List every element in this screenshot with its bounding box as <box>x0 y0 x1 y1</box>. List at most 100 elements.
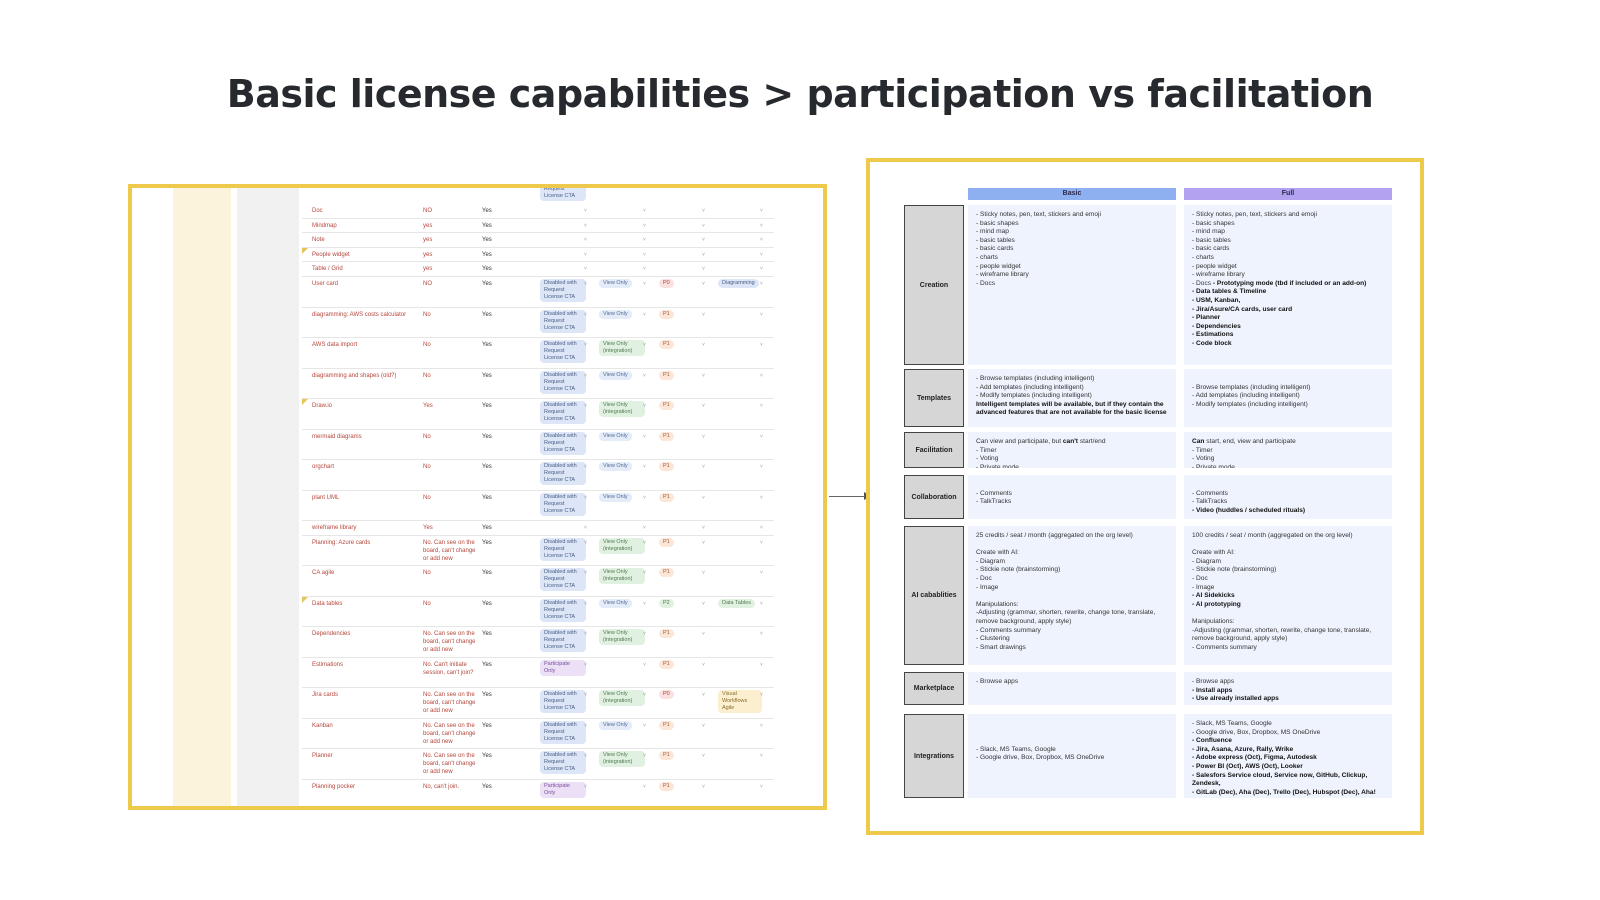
view-mode-tag[interactable]: View Only (integration) <box>599 629 645 646</box>
status-tag[interactable]: Disabled with Request License CTA <box>540 568 586 592</box>
chevron-down-icon[interactable]: ˅ <box>643 433 646 441</box>
priority-badge[interactable]: P1 <box>659 340 674 349</box>
priority-badge[interactable]: P1 <box>659 781 674 791</box>
chevron-down-icon[interactable]: ˅ <box>760 372 763 380</box>
chevron-down-icon[interactable]: ˅ <box>702 463 705 471</box>
chevron-down-icon[interactable]: ˅ <box>584 341 587 349</box>
chevron-down-icon[interactable]: ˅ <box>643 524 646 532</box>
chevron-down-icon[interactable]: ˅ <box>584 722 587 730</box>
chevron-down-icon[interactable]: ˅ <box>643 569 646 577</box>
priority-badge[interactable]: P1 <box>659 720 674 730</box>
view-mode-tag[interactable]: View Only <box>599 279 632 288</box>
chevron-down-icon[interactable]: ˅ <box>643 783 646 791</box>
chevron-down-icon[interactable]: ˅ <box>702 661 705 669</box>
chevron-down-icon[interactable]: ˅ <box>760 524 763 532</box>
chevron-down-icon[interactable]: ˅ <box>643 236 646 244</box>
status-tag[interactable]: Participate Only <box>540 659 586 676</box>
chevron-down-icon[interactable]: ˅ <box>643 630 646 638</box>
status-tag[interactable]: Disabled with Request License CTA <box>540 401 586 424</box>
priority-badge[interactable]: P1 <box>659 751 674 761</box>
chevron-down-icon[interactable]: ˅ <box>702 783 705 791</box>
chevron-down-icon[interactable]: ˅ <box>702 433 705 441</box>
chevron-down-icon[interactable]: ˅ <box>760 341 763 349</box>
chevron-down-icon[interactable]: ˅ <box>643 265 646 273</box>
chevron-down-icon[interactable]: ˅ <box>760 600 763 608</box>
chevron-down-icon[interactable]: ˅ <box>760 569 763 577</box>
chevron-down-icon[interactable]: ˅ <box>584 251 587 259</box>
chevron-down-icon[interactable]: ˅ <box>584 630 587 638</box>
chevron-down-icon[interactable]: ˅ <box>643 691 646 699</box>
priority-badge[interactable]: P1 <box>659 370 674 380</box>
chevron-down-icon[interactable]: ˅ <box>584 222 587 230</box>
priority-badge[interactable]: P1 <box>659 659 674 669</box>
chevron-down-icon[interactable]: ˅ <box>584 280 587 288</box>
chevron-down-icon[interactable]: ˅ <box>760 463 763 471</box>
chevron-down-icon[interactable]: ˅ <box>643 494 646 502</box>
view-mode-tag[interactable]: View Only <box>599 720 632 730</box>
chevron-down-icon[interactable]: ˅ <box>702 207 705 215</box>
chevron-down-icon[interactable]: ˅ <box>643 372 646 380</box>
chevron-down-icon[interactable]: ˅ <box>760 207 763 215</box>
chevron-down-icon[interactable]: ˅ <box>702 600 705 608</box>
status-tag[interactable]: Disabled with Request License CTA <box>540 690 586 714</box>
chevron-down-icon[interactable]: ˅ <box>702 539 705 547</box>
priority-badge[interactable]: P2 <box>659 598 674 608</box>
chevron-down-icon[interactable]: ˅ <box>643 280 646 288</box>
chevron-down-icon[interactable]: ˅ <box>760 630 763 638</box>
status-tag[interactable]: Disabled with Request License CTA <box>540 462 586 485</box>
status-tag[interactable]: Disabled with Request License CTA <box>540 309 586 333</box>
chevron-down-icon[interactable]: ˅ <box>584 236 587 244</box>
chevron-down-icon[interactable]: ˅ <box>702 222 705 230</box>
view-mode-tag[interactable]: View Only (integration) <box>599 537 645 554</box>
comment-flag-icon[interactable] <box>302 399 308 405</box>
chevron-down-icon[interactable]: ˅ <box>702 265 705 273</box>
view-mode-tag[interactable]: View Only <box>599 462 632 471</box>
chevron-down-icon[interactable]: ˅ <box>584 661 587 669</box>
comment-flag-icon[interactable] <box>302 596 308 603</box>
chevron-down-icon[interactable]: ˅ <box>643 661 646 669</box>
view-mode-tag[interactable]: View Only <box>599 370 632 380</box>
comment-flag-icon[interactable] <box>302 247 308 254</box>
view-mode-tag[interactable]: View Only (integration) <box>599 568 645 585</box>
chevron-down-icon[interactable]: ˅ <box>643 222 646 230</box>
chevron-down-icon[interactable]: ˅ <box>584 207 587 215</box>
chevron-down-icon[interactable]: ˅ <box>760 691 763 699</box>
status-tag[interactable]: Disabled with Request License CTA <box>540 751 586 775</box>
chevron-down-icon[interactable]: ˅ <box>584 539 587 547</box>
priority-badge[interactable]: P1 <box>659 568 674 578</box>
view-mode-tag[interactable]: View Only <box>599 431 632 441</box>
status-tag[interactable]: Disabled with Request License CTA <box>540 720 586 744</box>
priority-badge[interactable]: P1 <box>659 401 674 410</box>
chevron-down-icon[interactable]: ˅ <box>643 600 646 608</box>
chevron-down-icon[interactable]: ˅ <box>643 752 646 760</box>
chevron-down-icon[interactable]: ˅ <box>643 463 646 471</box>
view-mode-tag[interactable]: View Only (integration) <box>599 401 645 417</box>
chevron-down-icon[interactable]: ˅ <box>584 311 587 319</box>
chevron-down-icon[interactable]: ˅ <box>584 402 587 410</box>
chevron-down-icon[interactable]: ˅ <box>702 569 705 577</box>
chevron-down-icon[interactable]: ˅ <box>643 539 646 547</box>
chevron-down-icon[interactable]: ˅ <box>584 752 587 760</box>
category-tag[interactable]: Data Tables <box>718 598 755 608</box>
chevron-down-icon[interactable]: ˅ <box>584 372 587 380</box>
chevron-down-icon[interactable]: ˅ <box>702 722 705 730</box>
status-tag[interactable]: Disabled with Request License CTA <box>540 492 586 516</box>
chevron-down-icon[interactable]: ˅ <box>702 494 705 502</box>
chevron-down-icon[interactable]: ˅ <box>760 433 763 441</box>
priority-badge[interactable]: P1 <box>659 492 674 502</box>
chevron-down-icon[interactable]: ˅ <box>702 311 705 319</box>
priority-badge[interactable]: P1 <box>659 309 674 319</box>
chevron-down-icon[interactable]: ˅ <box>643 341 646 349</box>
chevron-down-icon[interactable]: ˅ <box>702 524 705 532</box>
priority-badge[interactable]: P1 <box>659 462 674 471</box>
view-mode-tag[interactable]: View Only <box>599 598 632 608</box>
chevron-down-icon[interactable]: ˅ <box>760 783 763 791</box>
chevron-down-icon[interactable]: ˅ <box>643 311 646 319</box>
chevron-down-icon[interactable]: ˅ <box>702 372 705 380</box>
chevron-down-icon[interactable]: ˅ <box>702 251 705 259</box>
view-mode-tag[interactable]: View Only <box>599 492 632 502</box>
view-mode-tag[interactable]: View Only (integration) <box>599 690 645 707</box>
category-tag[interactable]: Visual Workflows Agile <box>718 690 762 714</box>
view-mode-tag[interactable]: View Only <box>599 309 632 319</box>
chevron-down-icon[interactable]: ˅ <box>584 433 587 441</box>
